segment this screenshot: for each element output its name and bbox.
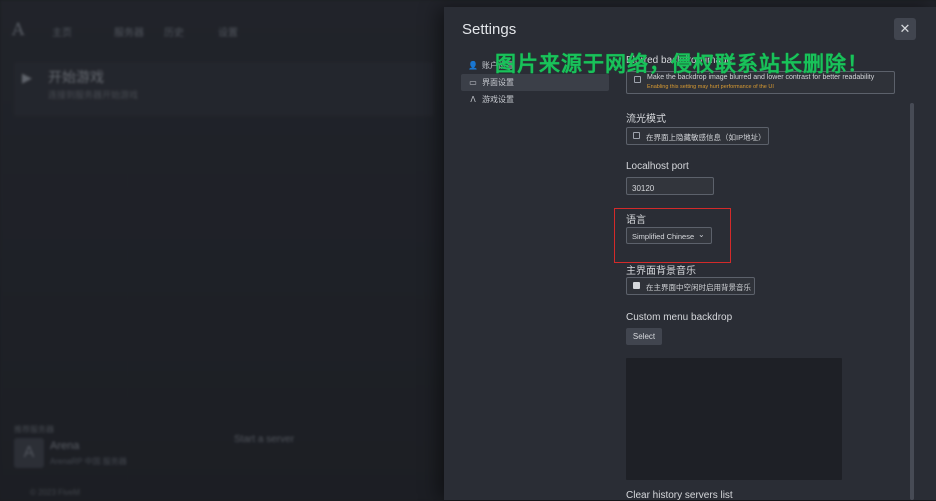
server-subtitle: ArenaRP 中国 服务器 bbox=[50, 457, 127, 466]
menu-music-title: 主界面背景音乐 bbox=[626, 266, 696, 277]
close-icon: ✕ bbox=[899, 21, 911, 36]
scrollbar-thumb[interactable] bbox=[910, 103, 914, 500]
checkbox-square-icon bbox=[633, 132, 640, 139]
footer-text: © 2023 FiveM bbox=[30, 488, 80, 497]
nav-home: 主页 bbox=[52, 28, 72, 39]
app-logo-icon: A bbox=[12, 20, 25, 40]
watermark-text: 图片来源于网络，侵权联系站长删除！ bbox=[495, 52, 869, 76]
sidebar-item-label: 界面设置 bbox=[482, 78, 514, 87]
nav-history: 历史 bbox=[164, 28, 184, 39]
user-icon: 👤 bbox=[468, 61, 478, 70]
play-subtitle: 连接到服务器开始游戏 bbox=[48, 90, 139, 100]
server-name: Arena bbox=[50, 440, 80, 452]
settings-scrollbar[interactable] bbox=[910, 103, 914, 500]
sidebar-item-label: 游戏设置 bbox=[482, 95, 514, 104]
clear-history-title: Clear history servers list bbox=[626, 490, 733, 501]
nav-settings: 设置 bbox=[218, 28, 238, 39]
settings-content: Blurred backdrop image Make the backdrop… bbox=[614, 53, 916, 501]
server-logo-icon: A bbox=[14, 438, 44, 468]
streamer-mode-title: 流光模式 bbox=[626, 114, 666, 125]
play-icon: ▶ bbox=[22, 70, 32, 85]
close-button[interactable]: ✕ bbox=[894, 18, 916, 40]
custom-backdrop-title: Custom menu backdrop bbox=[626, 312, 733, 323]
select-backdrop-button[interactable]: Select bbox=[626, 328, 662, 345]
localhost-port-title: Localhost port bbox=[626, 161, 689, 172]
nav-servers: 服务器 bbox=[114, 28, 144, 39]
localhost-port-input[interactable] bbox=[626, 177, 714, 195]
play-title: 开始游戏 bbox=[48, 69, 104, 85]
settings-modal: Settings ✕ 👤 账户设置 ▭ 界面设置 Λ 游戏设置 Blurred bac… bbox=[444, 7, 936, 501]
monitor-icon: ▭ bbox=[469, 78, 477, 87]
performance-warning: Enabling this setting may hurt performan… bbox=[647, 84, 774, 90]
menu-music-label: 在主界面中空闲时启用背景音乐 bbox=[646, 283, 751, 292]
language-value: Simplified Chinese bbox=[632, 232, 695, 241]
menu-music-checkbox[interactable]: 在主界面中空闲时启用背景音乐 bbox=[626, 277, 755, 295]
featured-label: 推荐服务器 bbox=[14, 425, 54, 434]
streamer-mode-checkbox[interactable]: 在界面上隐藏敏感信息（如IP地址） bbox=[626, 127, 769, 145]
sidebar-item-game[interactable]: Λ 游戏设置 bbox=[461, 91, 609, 108]
backdrop-preview bbox=[626, 358, 842, 480]
language-select[interactable]: Simplified Chinese ⌄ bbox=[626, 227, 712, 244]
streamer-mode-label: 在界面上隐藏敏感信息（如IP地址） bbox=[646, 133, 766, 142]
game-icon: Λ bbox=[470, 95, 476, 104]
checkbox-checked-icon bbox=[633, 282, 640, 289]
chevron-down-icon: ⌄ bbox=[698, 230, 705, 239]
start-server-link: Start a server bbox=[234, 434, 295, 445]
language-title: 语言 bbox=[626, 215, 646, 226]
modal-title: Settings bbox=[462, 21, 517, 38]
